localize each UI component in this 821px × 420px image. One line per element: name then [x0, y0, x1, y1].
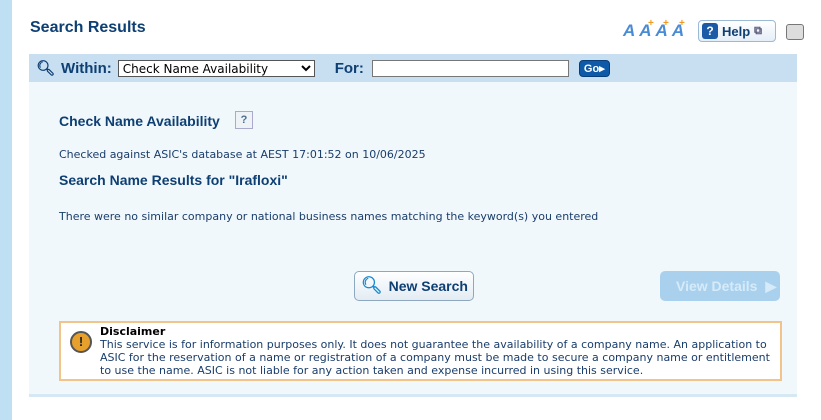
help-label: Help: [722, 23, 751, 39]
checked-timestamp: Checked against ASIC's database at AEST …: [59, 148, 426, 161]
search-icon: 🔍︎: [361, 276, 383, 295]
section-heading: Check Name Availability: [59, 113, 220, 129]
plus-icon: +: [648, 18, 654, 29]
search-bar: 🔍︎ Within: Check Name Availability For: …: [29, 54, 797, 82]
results-heading: Search Name Results for "Irafloxi": [59, 172, 288, 188]
help-tooltip-icon[interactable]: ?: [235, 111, 253, 129]
warning-icon: !: [70, 331, 92, 353]
disclaimer-text: This service is for information purposes…: [100, 338, 770, 377]
plus-icon: +: [679, 18, 685, 29]
left-strip: [0, 0, 12, 420]
go-label: Go: [583, 62, 600, 75]
new-search-button[interactable]: 🔍︎ New Search: [354, 271, 474, 301]
plus-icon: +: [663, 18, 669, 29]
new-search-label: New Search: [388, 278, 468, 294]
disclaimer-title: Disclaimer: [100, 325, 166, 338]
go-button[interactable]: Go▸: [578, 59, 610, 77]
search-icon: 🔍︎: [36, 60, 56, 77]
chevron-right-icon: ▶: [765, 277, 777, 294]
view-details-button[interactable]: View Details ▶: [660, 271, 780, 301]
view-details-label: View Details: [676, 278, 758, 294]
within-select[interactable]: Check Name Availability: [117, 59, 315, 77]
question-icon: ?: [702, 23, 718, 39]
disclaimer-box: ! Disclaimer This service is for informa…: [59, 321, 782, 381]
help-button[interactable]: ? Help ⧉: [698, 20, 776, 42]
external-window-icon: ⧉: [754, 24, 763, 37]
page-title: Search Results: [30, 19, 146, 36]
for-label: For:: [334, 59, 364, 77]
print-icon[interactable]: [786, 24, 804, 40]
within-label: Within:: [61, 59, 112, 77]
font-size-controls[interactable]: AAAA + + +: [623, 18, 693, 43]
results-panel: Check Name Availability ? Checked agains…: [29, 82, 797, 397]
for-input[interactable]: [371, 59, 569, 77]
no-results-message: There were no similar company or nationa…: [59, 210, 599, 223]
